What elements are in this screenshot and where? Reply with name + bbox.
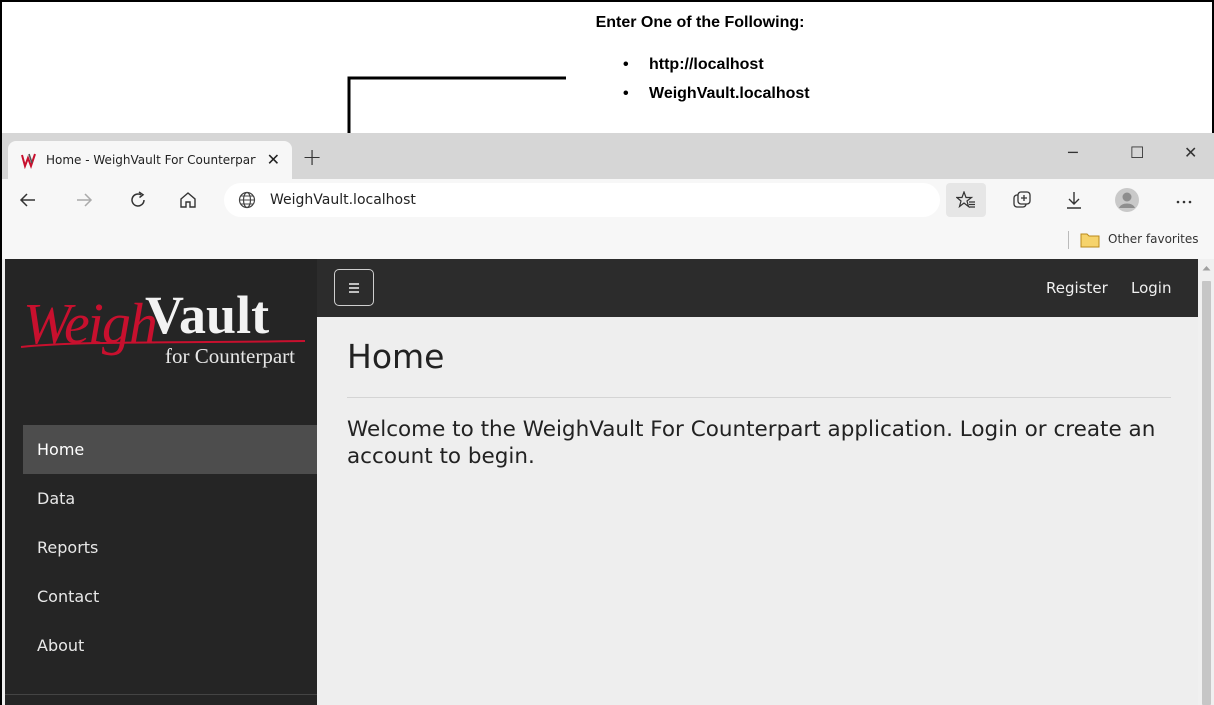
hamburger-icon [349, 282, 359, 293]
globe-icon [238, 191, 256, 209]
page-title: Home [347, 337, 445, 376]
sidebar-item-data[interactable]: Data [23, 474, 317, 523]
login-link[interactable]: Login [1131, 279, 1171, 297]
weighvault-logo[interactable]: Weigh Vault for Counterpart [19, 277, 309, 387]
minimize-button[interactable]: ─ [1068, 143, 1078, 162]
browser-toolbar: WeighVault.localhost [2, 179, 1214, 221]
maximize-button[interactable]: ☐ [1130, 143, 1144, 162]
annotation-callout: Enter One of the Following: • http://loca… [540, 14, 860, 102]
sidebar-item-home[interactable]: Home [23, 425, 317, 474]
back-arrow-icon[interactable] [18, 190, 38, 210]
more-options-icon[interactable] [1174, 190, 1194, 210]
menu-toggle-button[interactable] [334, 269, 374, 306]
title-divider [347, 397, 1171, 398]
sidebar: Weigh Vault for Counterpart Home Data Re… [5, 259, 317, 705]
register-link[interactable]: Register [1046, 279, 1108, 297]
address-text: WeighVault.localhost [270, 192, 416, 208]
new-tab-button[interactable]: + [302, 145, 322, 169]
scrollbar-thumb[interactable] [1202, 281, 1211, 705]
bullet: • [623, 55, 629, 73]
svg-text:Weigh: Weigh [23, 291, 156, 356]
bullet: • [623, 84, 629, 102]
add-favorite-button[interactable] [946, 183, 986, 217]
folder-icon [1080, 233, 1100, 248]
annotation-option: • http://localhost [623, 50, 810, 79]
annotation-heading: Enter One of the Following: [595, 14, 805, 31]
forward-arrow-icon[interactable] [74, 190, 94, 210]
favorites-star-icon [956, 191, 975, 209]
sidebar-nav: Home Data Reports Contact About [23, 425, 317, 670]
sidebar-divider [5, 694, 317, 695]
profile-avatar-icon[interactable] [1114, 187, 1140, 213]
svg-text:Vault: Vault [145, 285, 269, 345]
tab-close-icon[interactable]: ✕ [267, 150, 280, 169]
annotation-option-text: http://localhost [649, 55, 764, 73]
address-bar[interactable]: WeighVault.localhost [224, 183, 940, 217]
main-content: Home Welcome to the WeighVault For Count… [347, 337, 1171, 470]
scroll-up-icon[interactable] [1202, 265, 1211, 271]
weighvault-favicon-icon [21, 153, 36, 169]
download-icon[interactable] [1064, 190, 1084, 210]
tab-title: Home - WeighVault For Counterpart [46, 153, 256, 167]
sidebar-item-about[interactable]: About [23, 621, 317, 670]
collections-icon[interactable] [1012, 190, 1032, 210]
close-window-button[interactable]: ✕ [1184, 143, 1197, 162]
browser-window: Home - WeighVault For Counterpart ✕ + ─ … [2, 133, 1214, 705]
refresh-icon[interactable] [128, 190, 148, 210]
annotation-option-text: WeighVault.localhost [649, 84, 810, 102]
welcome-message: Welcome to the WeighVault For Counterpar… [347, 417, 1156, 469]
svg-text:for Counterpart: for Counterpart [165, 344, 295, 368]
page-scrollbar[interactable] [1198, 259, 1214, 705]
tab-strip: Home - WeighVault For Counterpart ✕ + ─ … [2, 133, 1214, 179]
favorites-separator [1068, 231, 1069, 249]
top-navbar: Register Login [317, 259, 1198, 317]
annotation-option: • WeighVault.localhost [623, 79, 810, 108]
home-icon[interactable] [178, 190, 198, 210]
favorites-bar: Other favorites [2, 221, 1214, 259]
page-viewport: Weigh Vault for Counterpart Home Data Re… [2, 259, 1214, 705]
sidebar-item-contact[interactable]: Contact [23, 572, 317, 621]
sidebar-item-reports[interactable]: Reports [23, 523, 317, 572]
other-favorites-link[interactable]: Other favorites [1108, 232, 1199, 246]
annotation-options: • http://localhost • WeighVault.localhost [623, 50, 810, 108]
browser-tab[interactable]: Home - WeighVault For Counterpart ✕ [8, 141, 292, 179]
